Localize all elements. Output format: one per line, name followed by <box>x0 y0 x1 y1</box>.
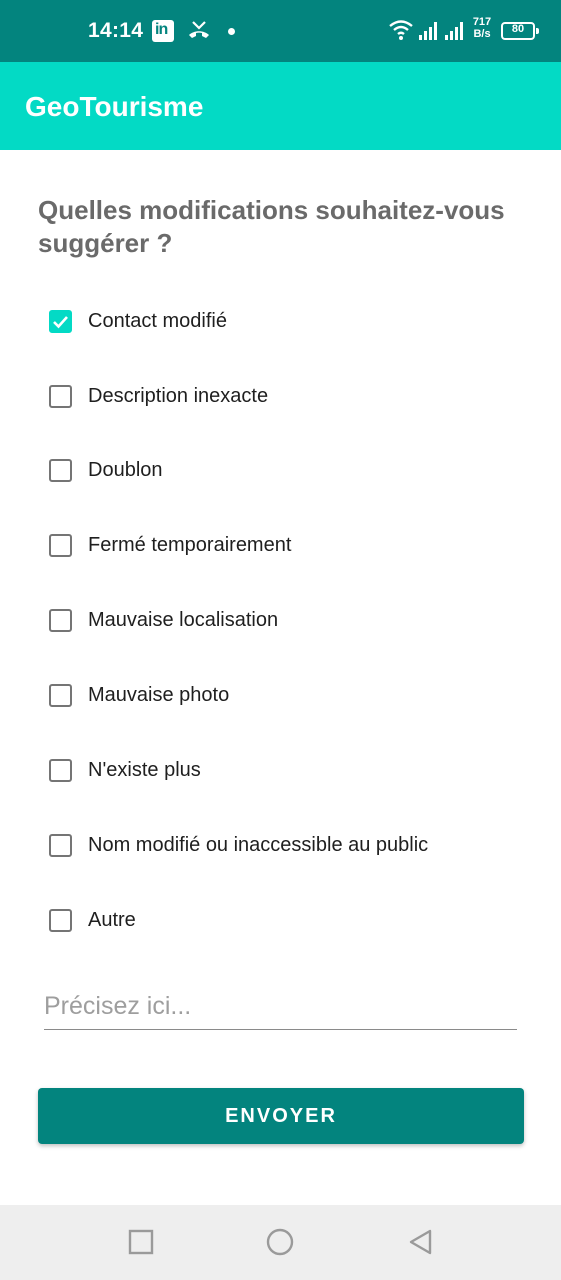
option-nom-modifie[interactable]: Nom modifié ou inaccessible au public <box>44 822 524 872</box>
option-label: Mauvaise photo <box>88 684 230 706</box>
checkmark-icon <box>53 316 68 329</box>
details-input[interactable] <box>44 985 517 1027</box>
battery-icon: 80 <box>501 22 539 40</box>
option-label: N'existe plus <box>88 759 201 781</box>
details-field[interactable] <box>44 985 517 1030</box>
checkbox[interactable] <box>49 759 72 782</box>
checkbox[interactable] <box>49 609 72 632</box>
app-title: GeoTourisme <box>25 91 204 122</box>
linkedin-icon: in <box>152 20 174 42</box>
option-autre[interactable]: Autre <box>44 897 524 947</box>
option-doublon[interactable]: Doublon <box>44 447 524 497</box>
wifi-icon <box>389 20 413 40</box>
checkbox-checked[interactable] <box>49 310 72 333</box>
network-speed: 717 B/s <box>471 16 493 40</box>
navigation-bar <box>0 1205 561 1280</box>
back-icon[interactable] <box>406 1228 434 1256</box>
send-button[interactable]: ENVOYER <box>38 1088 524 1144</box>
signal-icon <box>419 22 437 40</box>
option-label: Contact modifié <box>88 310 227 332</box>
network-speed-value: 717 <box>472 16 492 28</box>
signal-icon <box>445 22 463 40</box>
question-heading: Quelles modifications souhaitez-vous sug… <box>38 195 505 258</box>
checkbox[interactable] <box>49 684 72 707</box>
missed-call-icon <box>189 21 209 38</box>
option-label: Autre <box>88 909 136 931</box>
option-mauvaise-photo[interactable]: Mauvaise photo <box>44 672 524 722</box>
option-label: Fermé temporairement <box>88 534 292 556</box>
notification-dot-icon <box>228 28 235 35</box>
option-n-existe-plus[interactable]: N'existe plus <box>44 747 524 797</box>
checkbox[interactable] <box>49 385 72 408</box>
app-bar: GeoTourisme <box>0 62 561 150</box>
option-label: Mauvaise localisation <box>88 609 279 631</box>
home-icon[interactable] <box>265 1228 295 1258</box>
checkbox[interactable] <box>49 909 72 932</box>
checkbox[interactable] <box>49 534 72 557</box>
option-ferme-temporairement[interactable]: Fermé temporairement <box>44 522 524 572</box>
recents-icon[interactable] <box>127 1228 155 1256</box>
option-label: Doublon <box>88 459 163 481</box>
status-time: 14:14 <box>88 19 144 42</box>
network-speed-unit: B/s <box>473 28 491 40</box>
option-label: Description inexacte <box>88 385 269 407</box>
checkbox[interactable] <box>49 834 72 857</box>
option-contact-modifie[interactable]: Contact modifié <box>44 298 524 348</box>
battery-level: 80 <box>511 23 525 35</box>
option-label: Nom modifié ou inaccessible au public <box>88 834 429 856</box>
status-bar: 14:14 in 717 B/s 80 <box>0 0 561 62</box>
option-description-inexacte[interactable]: Description inexacte <box>44 373 524 423</box>
option-mauvaise-localisation[interactable]: Mauvaise localisation <box>44 597 524 647</box>
checkbox[interactable] <box>49 459 72 482</box>
